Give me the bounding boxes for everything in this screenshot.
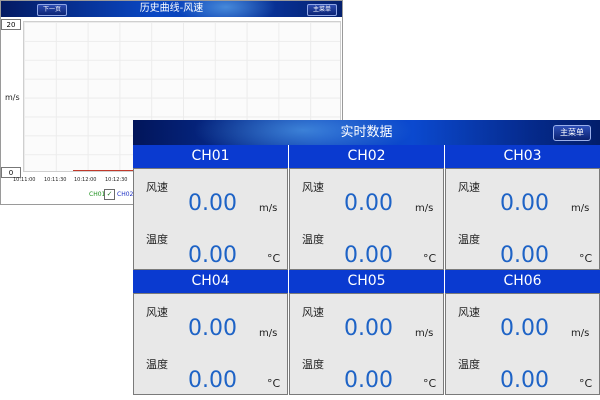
temperature-value: 0.00 — [500, 243, 549, 268]
x-tick-label: 10:11:30 — [44, 177, 67, 183]
wind-speed-unit: m/s — [259, 328, 278, 339]
channel-header-ch05: CH05 — [289, 270, 444, 293]
temperature-unit: °C — [423, 252, 437, 265]
y-axis-max-input[interactable]: 20 — [1, 19, 21, 30]
channel-header-ch01: CH01 — [133, 145, 288, 168]
wind-speed-label: 风速 — [146, 306, 168, 319]
temperature-label: 温度 — [458, 358, 480, 371]
temperature-value: 0.00 — [344, 243, 393, 268]
channel-header-ch04: CH04 — [133, 270, 288, 293]
channel-panel-ch05: 风速 0.00 m/s 温度 0.00 °C — [289, 293, 444, 395]
legend-ch02: CH02 — [117, 191, 134, 198]
history-title-bar: 历史曲线-风速 下一页 主菜单 — [1, 1, 342, 17]
temperature-unit: °C — [579, 377, 593, 390]
channel-panel-ch04: 风速 0.00 m/s 温度 0.00 °C — [133, 293, 288, 395]
wind-speed-label: 风速 — [302, 306, 324, 319]
channel-panel-ch03: 风速 0.00 m/s 温度 0.00 °C — [445, 168, 600, 270]
temperature-label: 温度 — [458, 233, 480, 246]
temperature-label: 温度 — [302, 233, 324, 246]
legend-ch01: CH01 — [89, 191, 106, 198]
channel-header-ch02: CH02 — [289, 145, 444, 168]
x-tick-label: 10:12:30 — [105, 177, 128, 183]
realtime-main-menu-button[interactable]: 主菜单 — [553, 125, 591, 141]
wind-speed-unit: m/s — [415, 328, 434, 339]
temperature-value: 0.00 — [188, 368, 237, 393]
x-tick-label: 10:12:00 — [74, 177, 97, 183]
realtime-title: 实时数据 — [340, 125, 393, 140]
temperature-unit: °C — [423, 377, 437, 390]
wind-speed-unit: m/s — [259, 203, 278, 214]
channel-panel-ch01: 风速 0.00 m/s 温度 0.00 °C — [133, 168, 288, 270]
wind-speed-value: 0.00 — [188, 316, 237, 341]
channel-panel-ch02: 风速 0.00 m/s 温度 0.00 °C — [289, 168, 444, 270]
temperature-label: 温度 — [302, 358, 324, 371]
temperature-value: 0.00 — [500, 368, 549, 393]
next-page-button[interactable]: 下一页 — [37, 4, 67, 16]
realtime-data-window: 实时数据 主菜单 CH01 风速 0.00 m/s 温度 0.00 °C CH02 风速 0.00… — [133, 120, 600, 400]
temperature-value: 0.00 — [344, 368, 393, 393]
history-main-menu-button[interactable]: 主菜单 — [307, 4, 337, 16]
channel-panel-ch06: 风速 0.00 m/s 温度 0.00 °C — [445, 293, 600, 395]
wind-speed-value: 0.00 — [500, 191, 549, 216]
wind-speed-label: 风速 — [458, 306, 480, 319]
wind-speed-value: 0.00 — [344, 191, 393, 216]
wind-speed-label: 风速 — [302, 181, 324, 194]
realtime-title-bar: 实时数据 主菜单 — [133, 120, 600, 145]
temperature-unit: °C — [267, 377, 281, 390]
wind-speed-unit: m/s — [571, 203, 590, 214]
wind-speed-label: 风速 — [458, 181, 480, 194]
wind-speed-unit: m/s — [415, 203, 434, 214]
y-axis-unit: m/s — [5, 93, 20, 102]
wind-speed-value: 0.00 — [344, 316, 393, 341]
temperature-value: 0.00 — [188, 243, 237, 268]
wind-speed-unit: m/s — [571, 328, 590, 339]
x-tick-label: 10:11:00 — [13, 177, 36, 183]
temperature-label: 温度 — [146, 233, 168, 246]
channel-header-ch03: CH03 — [445, 145, 600, 168]
checkmark-icon[interactable]: ✓ — [104, 189, 115, 200]
temperature-unit: °C — [579, 252, 593, 265]
channel-header-ch06: CH06 — [445, 270, 600, 293]
temperature-unit: °C — [267, 252, 281, 265]
temperature-label: 温度 — [146, 358, 168, 371]
wind-speed-label: 风速 — [146, 181, 168, 194]
wind-speed-value: 0.00 — [500, 316, 549, 341]
wind-speed-value: 0.00 — [188, 191, 237, 216]
